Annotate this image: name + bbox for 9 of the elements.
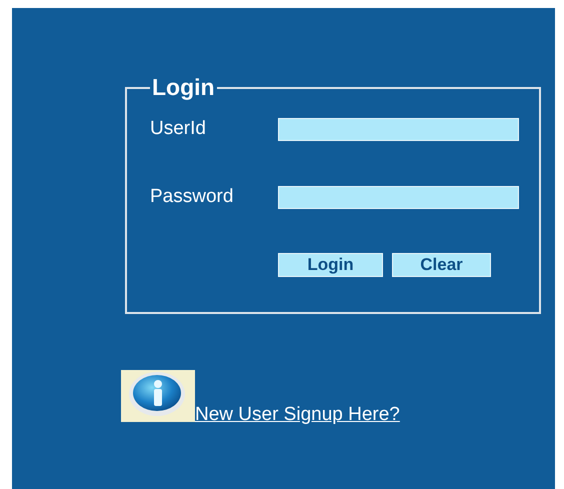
input-field[interactable]: [278, 118, 519, 140]
input-field[interactable]: [278, 186, 519, 208]
login-button[interactable]: Login: [278, 253, 383, 277]
clear-button[interactable]: Clear: [392, 253, 491, 277]
login-title: Login: [151, 74, 216, 101]
field-label: Password: [150, 186, 234, 208]
info-icon: [121, 370, 195, 422]
signup-link[interactable]: New User Signup Here?: [195, 404, 400, 426]
field-label: UserId: [150, 118, 207, 140]
